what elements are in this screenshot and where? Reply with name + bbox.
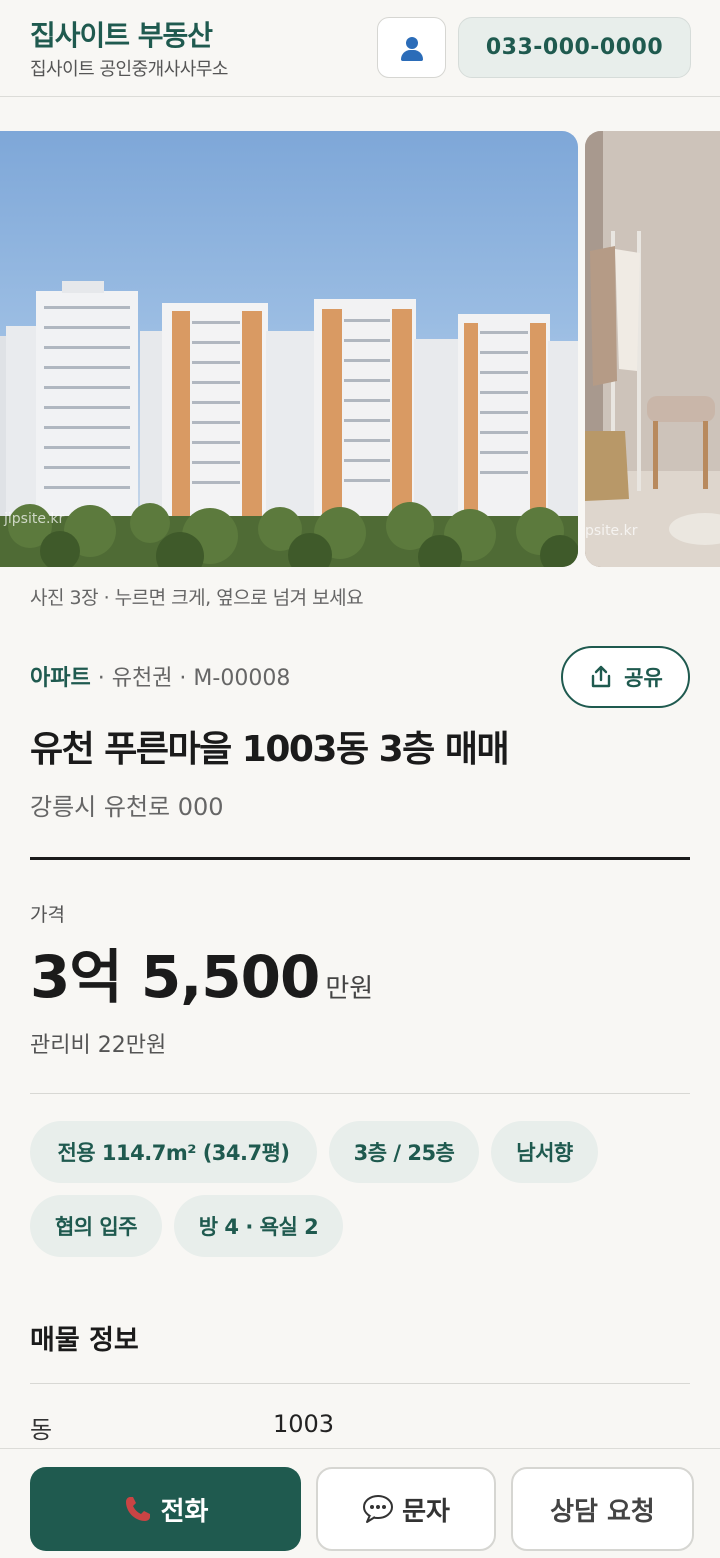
photo-interior[interactable]: psite.kr	[585, 131, 720, 567]
watermark: jipsite.kr	[4, 511, 65, 527]
price-unit: 만원	[325, 974, 374, 1004]
price-value: 3억 5,500	[30, 943, 320, 1011]
price-label: 가격	[30, 904, 65, 926]
photo-caption: 사진 3장 · 누르면 크게, 옆으로 넘겨 보세요	[30, 587, 364, 609]
call-button[interactable]: 전화	[30, 1467, 301, 1551]
user-button[interactable]	[377, 17, 446, 78]
property-type: 아파트	[30, 666, 91, 691]
sms-label: 문자	[402, 1496, 450, 1527]
phone-button[interactable]: 033-000-0000	[458, 17, 691, 78]
info-value-building: 1003	[273, 1410, 335, 1438]
price: 3억 5,500 만원	[30, 930, 373, 1014]
share-button[interactable]: 공유	[561, 646, 690, 708]
divider	[30, 857, 690, 860]
section-title: 매물 정보	[30, 1325, 139, 1356]
phone-icon	[125, 1497, 150, 1521]
listing-title: 유천 푸른마을 1003동 3층 매매	[30, 729, 510, 770]
chip-rooms: 방 4 · 욕실 2	[174, 1195, 343, 1257]
divider	[30, 1093, 690, 1094]
photo-apartment[interactable]: jipsite.kr	[0, 131, 578, 567]
user-icon	[399, 35, 425, 61]
brand-title[interactable]: 집사이트 부동산	[30, 14, 213, 54]
share-label: 공유	[624, 666, 663, 690]
app-header: 집사이트 부동산 집사이트 공인중개사사무소 033-000-0000	[0, 0, 720, 97]
info-label-building: 동	[30, 1416, 53, 1444]
sms-button[interactable]: 문자	[316, 1467, 496, 1551]
chip-area: 전용 114.7m² (34.7평)	[30, 1121, 317, 1183]
listing-meta: 아파트 · 유천권 · M-00008	[30, 660, 290, 692]
consult-request-button[interactable]: 상담 요청	[511, 1467, 694, 1551]
chip-floor: 3층 / 25층	[329, 1121, 479, 1183]
listing-address: 강릉시 유천로 000	[30, 793, 224, 821]
watermark-2: psite.kr	[585, 523, 638, 539]
call-label: 전화	[160, 1496, 209, 1527]
bottom-action-bar: 전화 문자 상담 요청	[0, 1448, 720, 1558]
chip-move-in: 협의 입주	[30, 1195, 162, 1257]
speech-bubble-icon	[363, 1495, 394, 1523]
chip-direction: 남서향	[491, 1121, 598, 1183]
listing-meta-rest: · 유천권 · M-00008	[90, 666, 291, 691]
brand-subtitle: 집사이트 공인중개사사무소	[30, 59, 228, 80]
photo-carousel[interactable]: jipsite.kr psite.kr	[0, 131, 720, 567]
maintenance-fee: 관리비 22만원	[30, 1033, 167, 1058]
share-icon	[591, 665, 611, 688]
divider	[30, 1383, 690, 1384]
